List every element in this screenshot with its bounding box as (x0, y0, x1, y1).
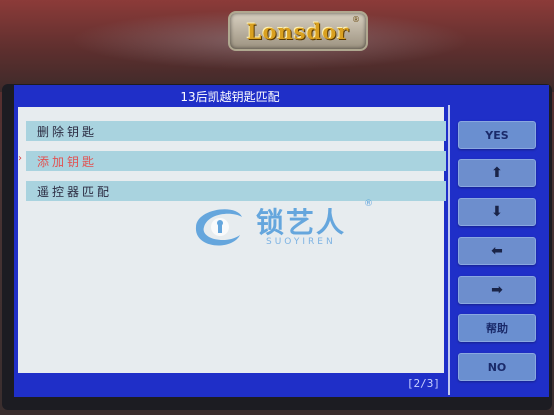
brand-reg-mark: ® (352, 15, 360, 24)
watermark-subtext: SUOYIREN (266, 237, 336, 247)
watermark-text: 锁艺人 (256, 206, 347, 239)
screen-title: 13后凯越钥匙匹配 (180, 89, 280, 104)
menu-area: 删除钥匙 › 添加钥匙 遥控器匹配 锁艺人 ® SUOYIREN (18, 107, 446, 373)
help-button[interactable]: 帮助 (458, 314, 536, 342)
left-button[interactable]: ⬅ (458, 237, 536, 265)
page-indicator: [2/3] (406, 377, 440, 390)
watermark: 锁艺人 ® SUOYIREN (186, 199, 376, 259)
menu-item-label: 添加钥匙 (37, 154, 98, 169)
watermark-logo-icon (195, 209, 242, 246)
no-button-label: NO (487, 360, 507, 374)
watermark-reg-mark: ® (364, 199, 373, 209)
arrow-left-icon: ⬅ (491, 243, 503, 259)
yes-button[interactable]: YES (458, 121, 536, 149)
down-button[interactable]: ⬇ (458, 198, 536, 226)
arrow-down-icon: ⬇ (491, 204, 503, 220)
device-bezel: Lonsdor ® (0, 0, 554, 92)
menu-item-delete-key[interactable]: 删除钥匙 (26, 121, 446, 141)
device-screen: 13后凯越钥匙匹配 删除钥匙 › 添加钥匙 遥控器匹配 锁艺人 ® SUOYIR… (14, 85, 549, 397)
right-button[interactable]: ➡ (458, 276, 536, 304)
side-button-panel: YES ⬆ ⬇ ⬅ ➡ 帮助 NO (448, 105, 546, 395)
arrow-up-icon: ⬆ (491, 165, 503, 181)
title-bar: 13后凯越钥匙匹配 (14, 85, 446, 107)
no-button[interactable]: NO (458, 353, 536, 381)
up-button[interactable]: ⬆ (458, 159, 536, 187)
help-button-label: 帮助 (486, 322, 508, 335)
selection-cursor-icon: › (18, 153, 22, 164)
status-bar: [2/3] (14, 373, 446, 397)
arrow-right-icon: ➡ (491, 282, 503, 298)
menu-item-label: 遥控器匹配 (37, 184, 113, 199)
menu-item-label: 删除钥匙 (37, 124, 98, 139)
menu-item-remote-match[interactable]: 遥控器匹配 (26, 181, 446, 201)
brand-logo-text: Lonsdor (246, 18, 350, 44)
yes-button-label: YES (485, 128, 509, 142)
menu-item-add-key[interactable]: › 添加钥匙 (18, 151, 446, 171)
brand-logo: Lonsdor ® (228, 11, 368, 51)
